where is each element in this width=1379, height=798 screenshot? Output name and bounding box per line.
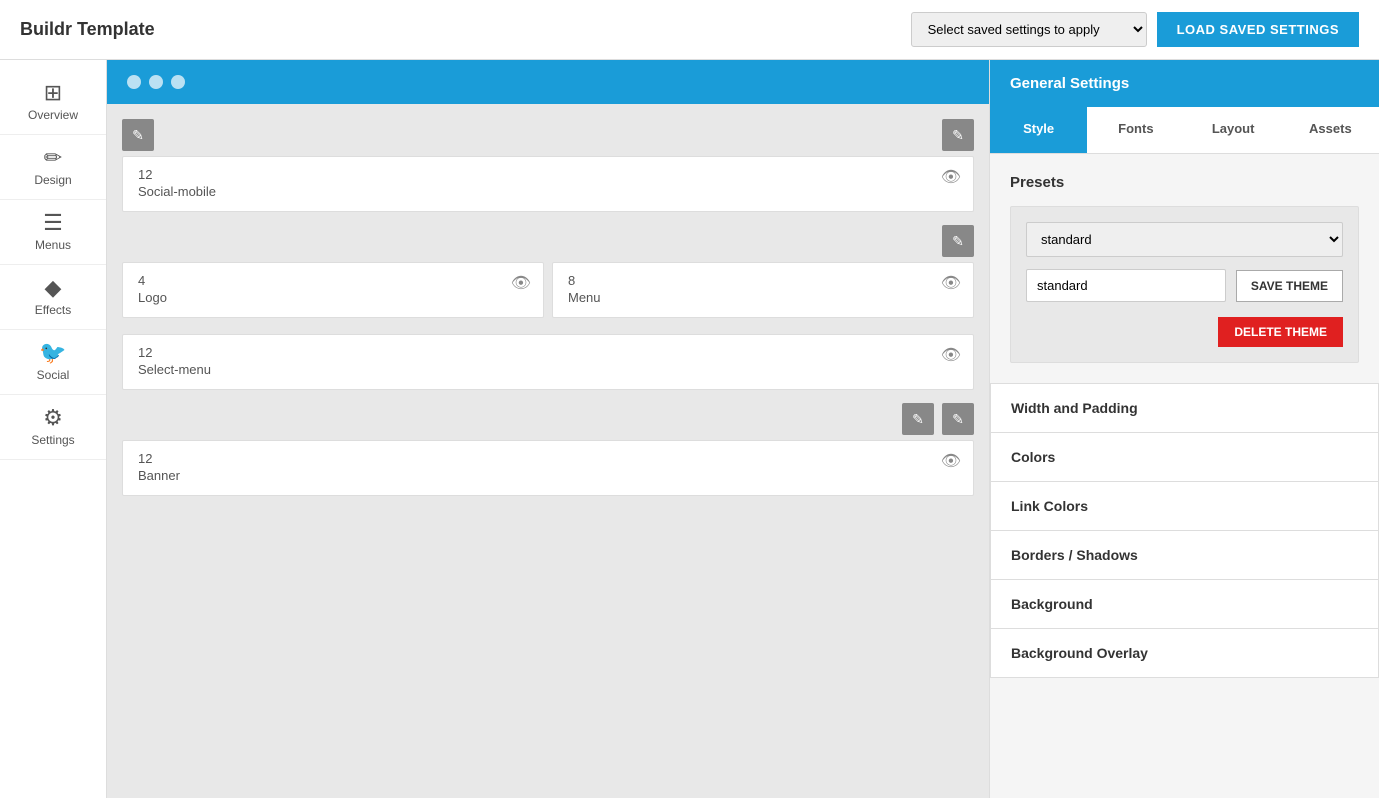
eye-icon-3[interactable]: 👁 xyxy=(941,273,961,293)
preset-row: SAVE THEME xyxy=(1026,269,1343,302)
social-icon: 🐦 xyxy=(39,342,66,364)
sidebar: ⊞ Overview ✏ Design ☰ Menus ◆ Effects 🐦 … xyxy=(0,60,107,798)
dot-1 xyxy=(127,75,141,89)
card-social-mobile: 👁 12 Social-mobile xyxy=(122,156,974,212)
design-icon: ✏ xyxy=(44,147,62,169)
edit-button-1[interactable]: ✎ xyxy=(122,119,154,151)
accordion-link-colors[interactable]: Link Colors xyxy=(990,482,1379,531)
tabs-row: Style Fonts Layout Assets xyxy=(990,107,1379,154)
app-title: Buildr Template xyxy=(20,19,155,40)
tab-style[interactable]: Style xyxy=(990,107,1087,153)
card-num-1: 12 xyxy=(138,167,958,182)
header: Buildr Template Select saved settings to… xyxy=(0,0,1379,60)
tab-layout[interactable]: Layout xyxy=(1185,107,1282,153)
card-num-3: 8 xyxy=(568,273,958,288)
presets-heading: Presets xyxy=(1010,174,1359,191)
presets-section: Presets standard SAVE THEME DELETE THEME xyxy=(990,154,1379,383)
preset-select[interactable]: standard xyxy=(1026,222,1343,257)
delete-theme-button[interactable]: DELETE THEME xyxy=(1218,317,1343,347)
accordion-borders-shadows[interactable]: Borders / Shadows xyxy=(990,531,1379,580)
main-layout: ⊞ Overview ✏ Design ☰ Menus ◆ Effects 🐦 … xyxy=(0,60,1379,798)
accordion-background-overlay[interactable]: Background Overlay xyxy=(990,629,1379,678)
sidebar-label-effects: Effects xyxy=(35,303,71,317)
eye-icon-5[interactable]: 👁 xyxy=(941,451,961,471)
cards-section: ✎ ✎ 👁 12 Social-mobile ✎ 👁 4 Logo xyxy=(107,104,989,514)
menus-icon: ☰ xyxy=(43,212,63,234)
accordion: Width and Padding Colors Link Colors Bor… xyxy=(990,383,1379,678)
load-saved-settings-button[interactable]: LOAD SAVED SETTINGS xyxy=(1157,12,1359,47)
save-theme-button[interactable]: SAVE THEME xyxy=(1236,270,1343,302)
eye-icon-1[interactable]: 👁 xyxy=(941,167,961,187)
accordion-colors[interactable]: Colors xyxy=(990,433,1379,482)
edit-button-4[interactable]: ✎ xyxy=(902,403,934,435)
sidebar-item-design[interactable]: ✏ Design xyxy=(0,135,106,200)
sidebar-item-settings[interactable]: ⚙ Settings xyxy=(0,395,106,460)
card-menu: 👁 8 Menu xyxy=(552,262,974,318)
sidebar-item-effects[interactable]: ◆ Effects xyxy=(0,265,106,330)
overview-icon: ⊞ xyxy=(44,82,62,104)
accordion-width-padding[interactable]: Width and Padding xyxy=(990,383,1379,433)
sidebar-item-menus[interactable]: ☰ Menus xyxy=(0,200,106,265)
eye-icon-4[interactable]: 👁 xyxy=(941,345,961,365)
preset-area: standard SAVE THEME DELETE THEME xyxy=(1010,206,1359,363)
card-num-2: 4 xyxy=(138,273,528,288)
saved-settings-select[interactable]: Select saved settings to apply xyxy=(911,12,1147,47)
top-bar xyxy=(107,60,989,104)
settings-icon: ⚙ xyxy=(43,407,63,429)
sidebar-item-overview[interactable]: ⊞ Overview xyxy=(0,70,106,135)
card-label-2: Logo xyxy=(138,290,528,305)
accordion-background[interactable]: Background xyxy=(990,580,1379,629)
sidebar-label-settings: Settings xyxy=(31,433,74,447)
right-panel: General Settings Style Fonts Layout Asse… xyxy=(989,60,1379,798)
edit-button-5[interactable]: ✎ xyxy=(942,403,974,435)
sidebar-label-social: Social xyxy=(37,368,70,382)
eye-icon-2[interactable]: 👁 xyxy=(511,273,531,293)
dot-2 xyxy=(149,75,163,89)
panel-title: General Settings xyxy=(990,60,1379,107)
header-right: Select saved settings to apply LOAD SAVE… xyxy=(911,12,1359,47)
edit-button-3[interactable]: ✎ xyxy=(942,225,974,257)
card-label-3: Menu xyxy=(568,290,958,305)
sidebar-label-menus: Menus xyxy=(35,238,71,252)
dot-3 xyxy=(171,75,185,89)
tab-fonts[interactable]: Fonts xyxy=(1087,107,1184,153)
card-label-5: Banner xyxy=(138,468,958,483)
content-area: ✎ ✎ 👁 12 Social-mobile ✎ 👁 4 Logo xyxy=(107,60,989,798)
two-col-row: 👁 4 Logo 👁 8 Menu xyxy=(122,262,974,326)
card-label-1: Social-mobile xyxy=(138,184,958,199)
card-select-menu: 👁 12 Select-menu xyxy=(122,334,974,390)
sidebar-label-overview: Overview xyxy=(28,108,78,122)
edit-button-2[interactable]: ✎ xyxy=(942,119,974,151)
card-logo: 👁 4 Logo xyxy=(122,262,544,318)
effects-icon: ◆ xyxy=(45,277,62,299)
preset-name-input[interactable] xyxy=(1026,269,1226,302)
card-num-4: 12 xyxy=(138,345,958,360)
sidebar-label-design: Design xyxy=(34,173,71,187)
card-label-4: Select-menu xyxy=(138,362,958,377)
sidebar-item-social[interactable]: 🐦 Social xyxy=(0,330,106,395)
tab-assets[interactable]: Assets xyxy=(1282,107,1379,153)
card-banner: 👁 12 Banner xyxy=(122,440,974,496)
card-num-5: 12 xyxy=(138,451,958,466)
